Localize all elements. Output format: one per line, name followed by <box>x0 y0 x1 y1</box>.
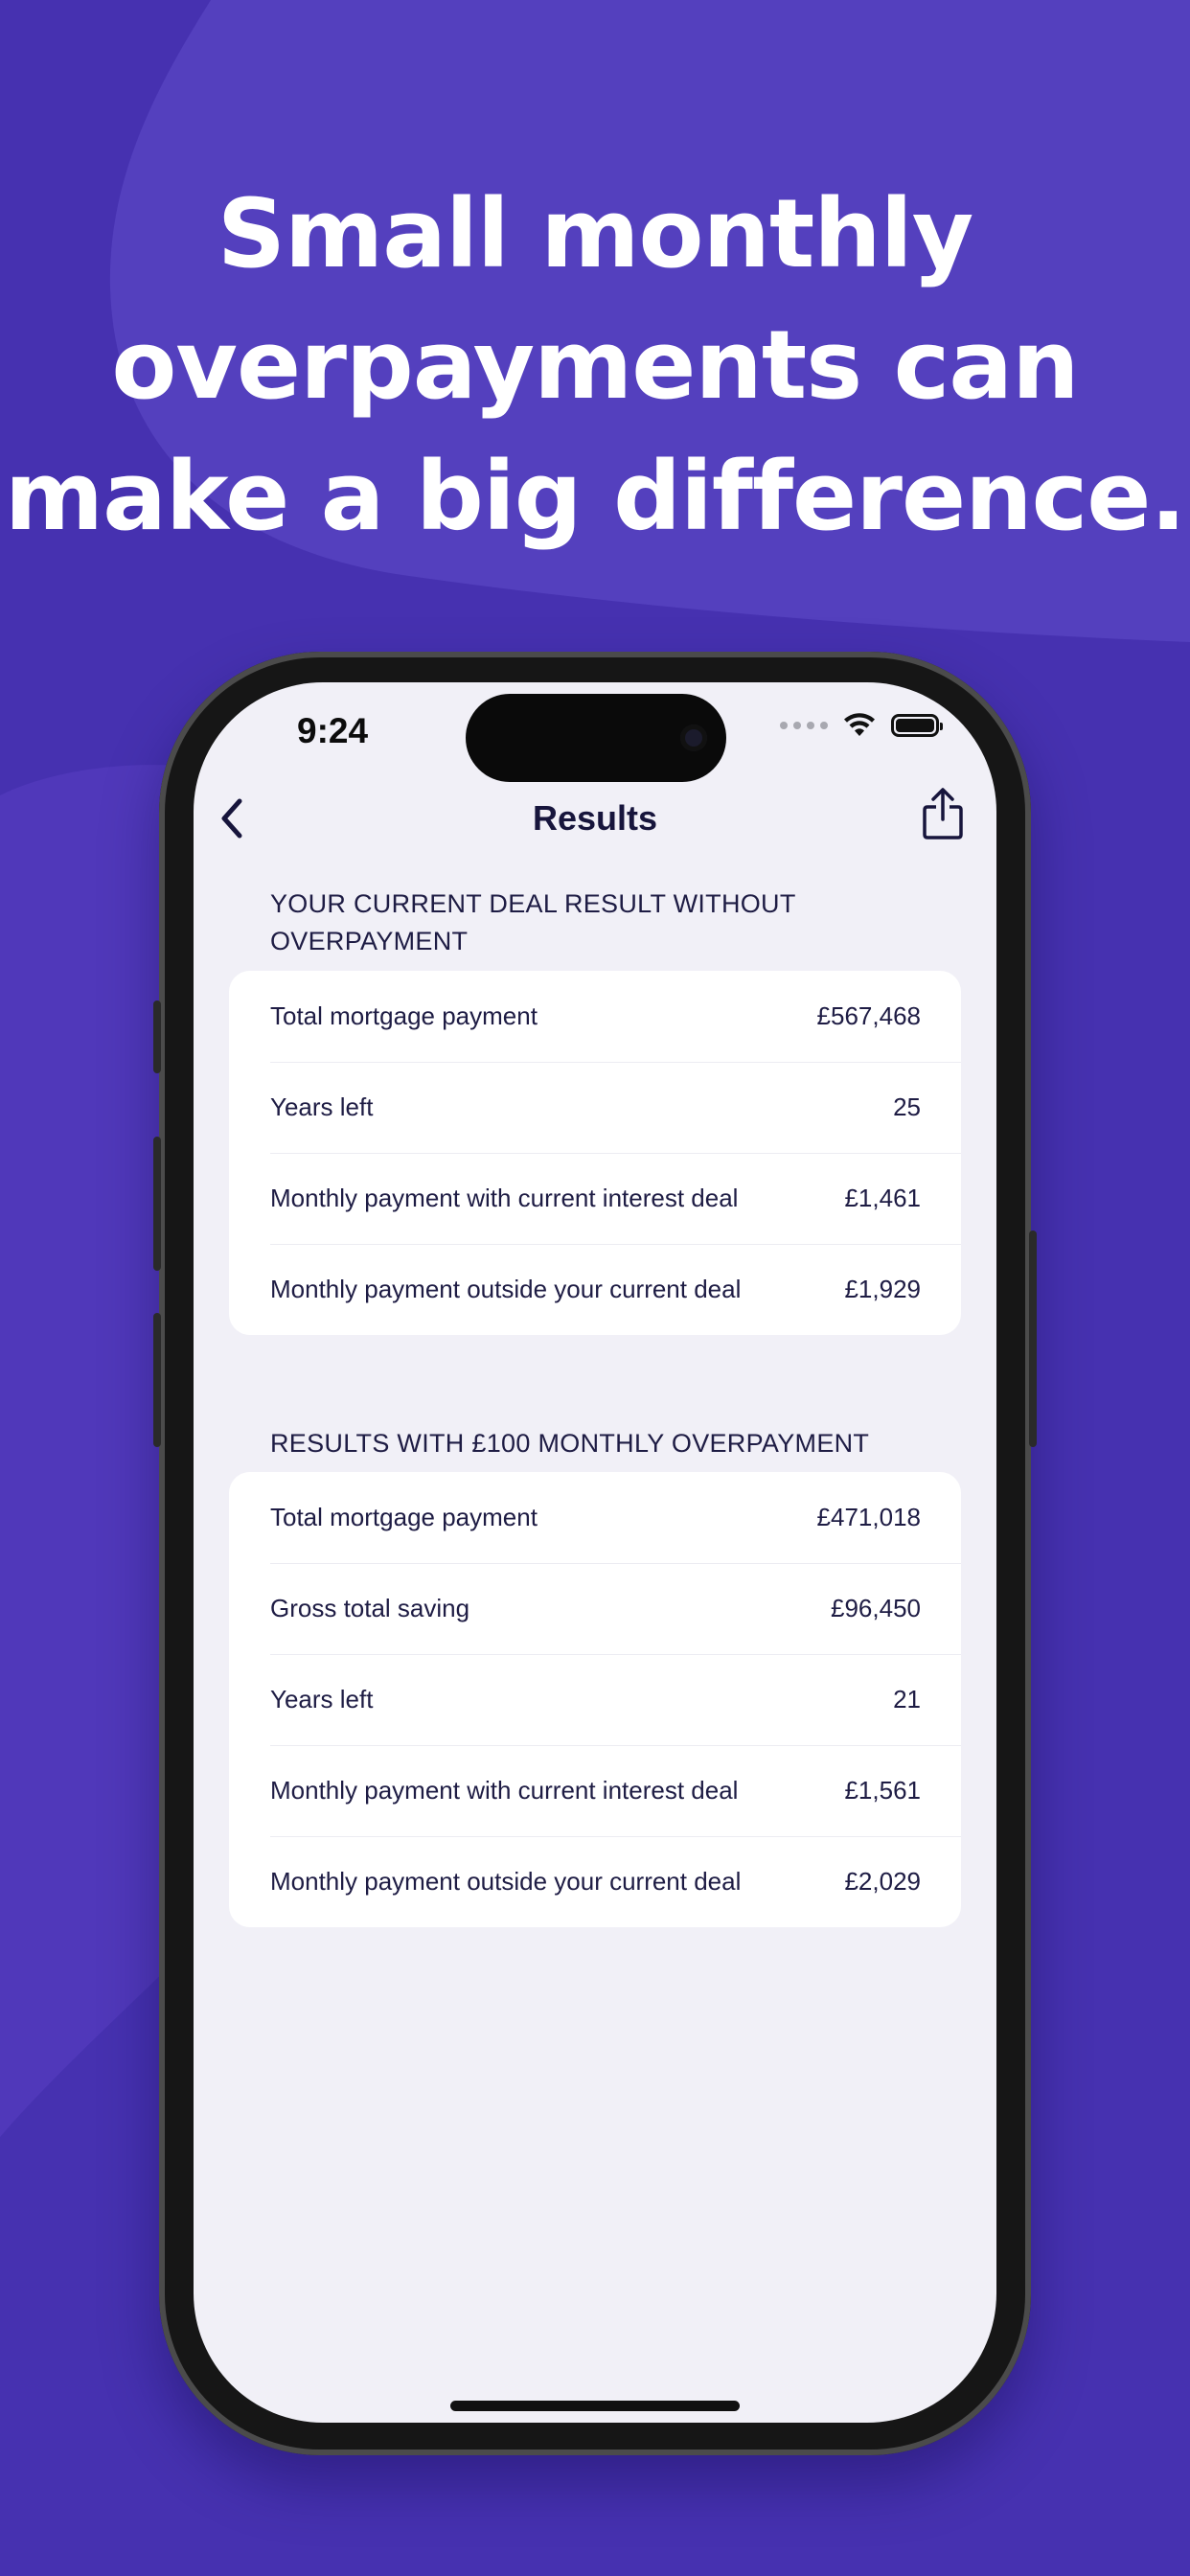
share-button[interactable] <box>914 782 972 845</box>
row-label: Monthly payment outside your current dea… <box>270 1275 742 1303</box>
row-value: £2,029 <box>844 1867 921 1896</box>
row-value: £96,450 <box>831 1594 921 1622</box>
share-icon <box>923 788 963 840</box>
row-value: £1,461 <box>844 1184 921 1212</box>
list-item: Years left 25 <box>229 1062 961 1153</box>
row-label: Monthly payment outside your current dea… <box>270 1867 742 1896</box>
action-button <box>153 1000 161 1073</box>
row-label: Total mortgage payment <box>270 1503 538 1531</box>
list-item: Monthly payment outside your current dea… <box>229 1244 961 1335</box>
row-value: £1,561 <box>844 1776 921 1805</box>
list-item: Monthly payment with current interest de… <box>229 1745 961 1836</box>
status-icons <box>780 713 943 738</box>
wifi-icon <box>844 713 875 736</box>
list-item: Total mortgage payment £471,018 <box>229 1472 961 1563</box>
volume-up-button <box>153 1137 161 1271</box>
section-title-overpayment: RESULTS WITH £100 MONTHLY OVERPAYMENT <box>270 1429 870 1458</box>
home-indicator[interactable] <box>450 2401 740 2411</box>
status-time: 9:24 <box>297 711 369 750</box>
row-value: £471,018 <box>816 1503 921 1531</box>
list-item: Years left 21 <box>229 1654 961 1745</box>
headline-line-3: make a big difference. <box>4 442 1186 552</box>
list-item: Gross total saving £96,450 <box>229 1563 961 1654</box>
camera-icon <box>680 724 707 751</box>
row-value: £567,468 <box>816 1001 921 1030</box>
promo-headline: Small monthly overpayments can make a bi… <box>0 169 1190 563</box>
row-label: Monthly payment with current interest de… <box>270 1184 739 1212</box>
row-label: Total mortgage payment <box>270 1001 538 1030</box>
power-button <box>1029 1230 1037 1447</box>
headline-line-2: overpayments can <box>111 310 1079 421</box>
section-title-current-deal: YOUR CURRENT DEAL RESULT WITHOUT OVERPAY… <box>270 889 796 955</box>
row-label: Years left <box>270 1092 374 1121</box>
dynamic-island <box>466 694 726 782</box>
headline-line-1: Small monthly <box>217 179 974 289</box>
row-value: 25 <box>893 1092 921 1121</box>
row-value: £1,929 <box>844 1275 921 1303</box>
page-title: Results <box>532 798 658 838</box>
row-label: Monthly payment with current interest de… <box>270 1776 739 1805</box>
list-item: Total mortgage payment £567,468 <box>229 971 961 1062</box>
results-card-current-deal: Total mortgage payment £567,468 Years le… <box>229 971 961 1335</box>
list-item: Monthly payment outside your current dea… <box>229 1836 961 1927</box>
signal-dots-icon <box>780 722 828 729</box>
phone-screen: 9:24 Results YOUR CURRENT DEAL RESULT WI… <box>194 682 996 2423</box>
list-item: Monthly payment with current interest de… <box>229 1153 961 1244</box>
row-label: Gross total saving <box>270 1594 470 1622</box>
volume-down-button <box>153 1313 161 1447</box>
results-card-overpayment: Total mortgage payment £471,018 Gross to… <box>229 1472 961 1927</box>
row-value: 21 <box>893 1685 921 1714</box>
battery-icon <box>891 714 943 737</box>
row-label: Years left <box>270 1685 374 1714</box>
